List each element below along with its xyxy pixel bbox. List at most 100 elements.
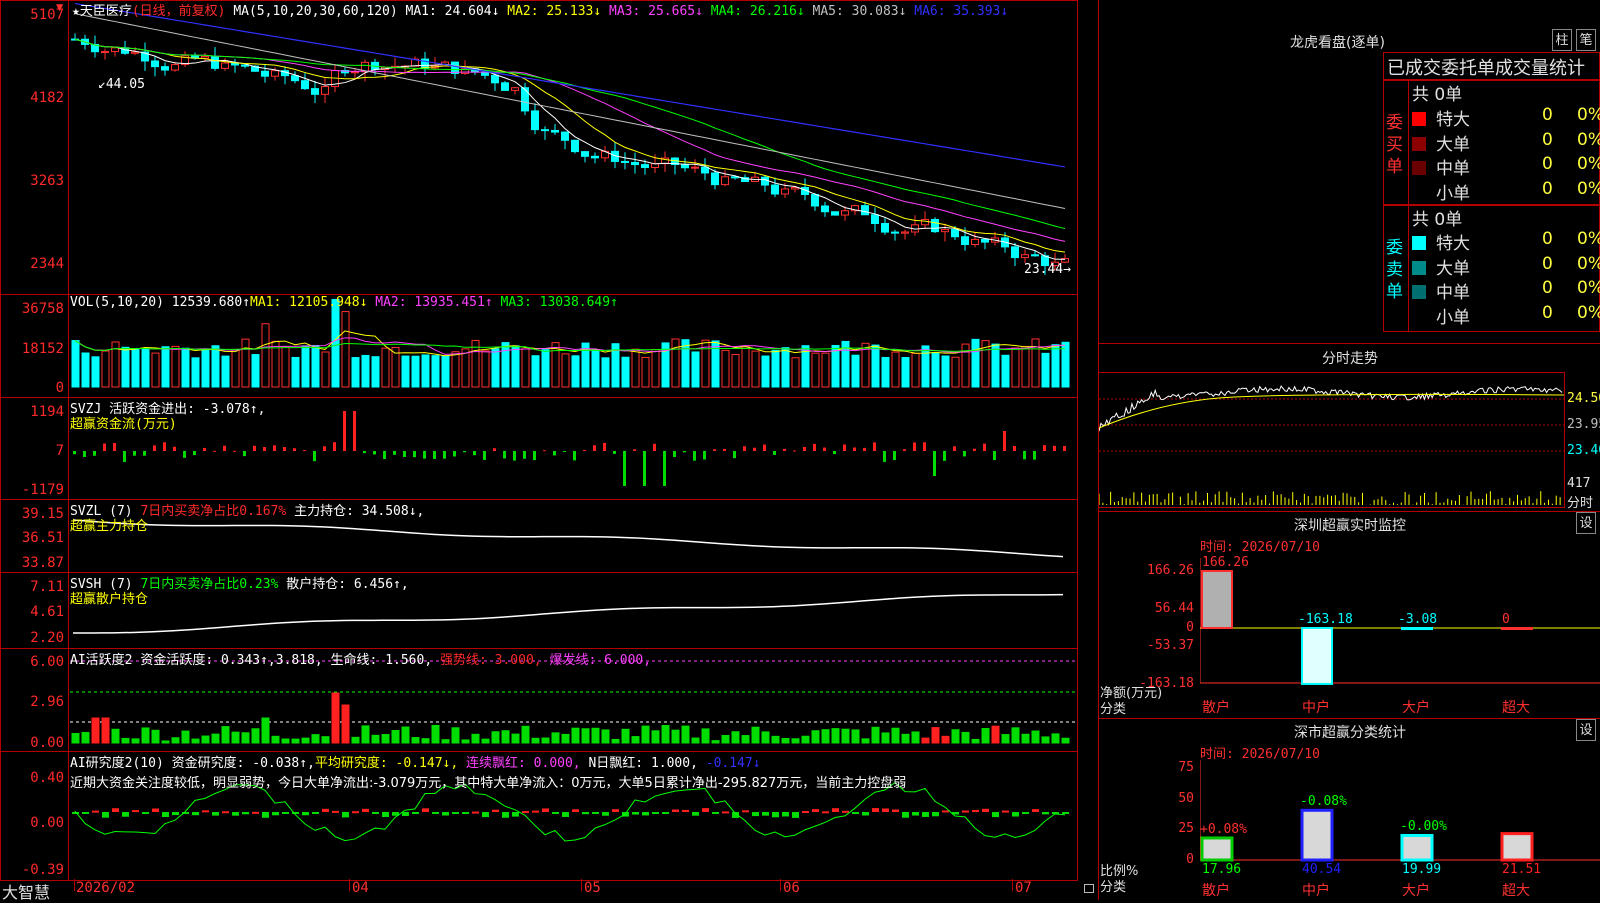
volume-bar bbox=[951, 356, 960, 388]
active-bar-green bbox=[451, 727, 460, 744]
research-bar bbox=[852, 812, 859, 814]
candle-up bbox=[351, 71, 359, 74]
research-bar bbox=[412, 812, 419, 814]
class-settings-button[interactable]: 设 bbox=[1576, 719, 1596, 741]
candle-up bbox=[271, 70, 279, 77]
outflow-bar bbox=[243, 451, 246, 457]
xaxis-label-2: 04 bbox=[352, 880, 369, 896]
volume-bar bbox=[891, 351, 900, 388]
intraday-title: 分时走势 bbox=[1322, 351, 1378, 367]
candle-down bbox=[1011, 246, 1019, 259]
xaxis-label-4: 06 bbox=[783, 880, 800, 896]
ai-research-v5: -0.147↓ bbox=[705, 756, 761, 771]
research-bar bbox=[1032, 809, 1039, 812]
class-ytick: 25 bbox=[1178, 821, 1194, 837]
ai-active-v3: 强势线: 3.000, bbox=[440, 653, 542, 668]
active-bar-green bbox=[701, 728, 710, 744]
active-bar-green bbox=[201, 735, 210, 744]
color-swatch bbox=[1412, 285, 1426, 299]
order-size-pct: 0% bbox=[1577, 129, 1600, 150]
intraday-price-line bbox=[1099, 385, 1563, 432]
order-size-value: 0 bbox=[1542, 154, 1553, 174]
ai-research-v2: 平均研究度: -0.147↓, bbox=[314, 756, 459, 771]
class-bar-delta: -0.00% bbox=[1400, 819, 1447, 835]
svsh-ytick-1: 7.11 bbox=[30, 579, 64, 595]
research-bar bbox=[402, 812, 409, 817]
outflow-bar bbox=[383, 451, 386, 460]
outflow-bar bbox=[183, 451, 186, 458]
ai-research-line: AI研究度2(10) 资金研究度: -0.038↑,平均研究度: -0.147↓… bbox=[70, 752, 761, 771]
bar-view-button[interactable]: 柱 bbox=[1552, 29, 1572, 51]
class-top-border bbox=[1098, 718, 1600, 719]
research-bar bbox=[862, 812, 869, 816]
candle-down bbox=[551, 129, 559, 133]
research-bar bbox=[692, 812, 699, 816]
outflow-bar bbox=[373, 451, 376, 455]
buy-total: 共 0单 bbox=[1412, 85, 1463, 105]
monitor-settings-button[interactable]: 设 bbox=[1576, 512, 1596, 534]
vol-ma2: MA2: 13935.451↑ bbox=[375, 295, 493, 310]
volume-bar bbox=[781, 347, 790, 388]
outflow-bar bbox=[553, 451, 556, 456]
research-bar bbox=[552, 812, 559, 814]
active-bar-green bbox=[131, 738, 140, 744]
stroke-view-button[interactable]: 笔 bbox=[1576, 29, 1596, 51]
svsh-hold: 散户持仓: 6.456↑, bbox=[286, 577, 409, 592]
active-bar-green bbox=[121, 737, 130, 744]
active-bar-green bbox=[861, 738, 870, 744]
intraday-canvas bbox=[1099, 385, 1564, 505]
active-bar-green bbox=[371, 734, 380, 744]
research-bar bbox=[312, 812, 319, 814]
lock-icon[interactable] bbox=[1084, 884, 1094, 893]
volume-bar bbox=[991, 343, 1000, 388]
volume-bar bbox=[131, 348, 140, 388]
volume-bar bbox=[651, 348, 660, 388]
research-bar bbox=[152, 808, 159, 812]
inflow-bar bbox=[953, 446, 956, 451]
volume-bar bbox=[671, 338, 680, 388]
research-bar bbox=[422, 808, 429, 812]
outflow-bar bbox=[1033, 451, 1036, 460]
monitor-category: 中户 bbox=[1302, 700, 1330, 716]
active-bar-green bbox=[621, 728, 630, 744]
volume-bar bbox=[511, 345, 520, 388]
ma60-line bbox=[74, 13, 1066, 210]
order-size-row: 特大 bbox=[1412, 229, 1470, 254]
candle-down bbox=[811, 193, 819, 207]
candle-down bbox=[541, 129, 549, 132]
price-chart-canvas[interactable] bbox=[70, 1, 1077, 294]
vol-ytick-2: 18152 bbox=[21, 341, 64, 357]
class-bar-value: 19.99 bbox=[1402, 862, 1442, 877]
outflow-bar bbox=[473, 451, 476, 456]
volume-bar bbox=[711, 340, 720, 388]
outflow-bar bbox=[423, 451, 426, 459]
monitor-category: 超大 bbox=[1502, 700, 1530, 716]
sell-side-divider bbox=[1408, 205, 1409, 332]
active-bar-green bbox=[481, 738, 490, 744]
ai-active-v1: 资金活跃度: 0.343↑,3.818, bbox=[140, 653, 323, 668]
volume-bar bbox=[261, 323, 270, 388]
active-bar-green bbox=[361, 725, 370, 744]
volume-bar bbox=[371, 356, 380, 388]
inflow-bar bbox=[333, 442, 336, 451]
research-bar bbox=[672, 809, 679, 812]
active-bar-green bbox=[631, 736, 640, 744]
inflow-bar bbox=[903, 449, 906, 451]
inflow-bar bbox=[1053, 445, 1056, 451]
order-size-row: 大单 bbox=[1412, 254, 1470, 279]
research-bar bbox=[832, 808, 839, 812]
candle-down bbox=[701, 166, 709, 174]
outflow-bar bbox=[933, 451, 936, 476]
volume-bar bbox=[771, 349, 780, 388]
research-bar bbox=[592, 812, 599, 814]
outflow-bar bbox=[83, 451, 86, 458]
research-bar bbox=[792, 812, 799, 818]
outflow-bar bbox=[73, 451, 76, 455]
volume-bar bbox=[101, 350, 110, 388]
active-bar-green bbox=[721, 734, 730, 744]
active-bar-green bbox=[531, 737, 540, 744]
vol-ma10-line bbox=[74, 337, 1066, 355]
research-bar bbox=[992, 812, 999, 818]
volume-bar bbox=[621, 356, 630, 388]
active-bar-green bbox=[111, 728, 120, 744]
